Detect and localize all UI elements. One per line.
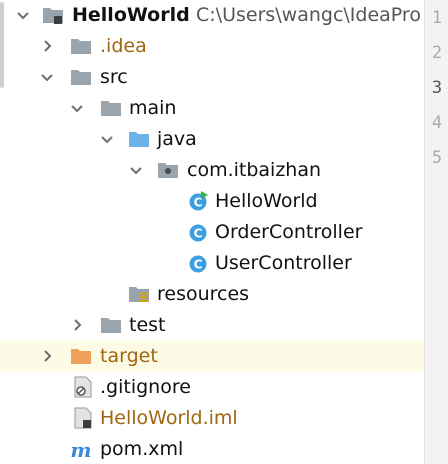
chevron-down-icon[interactable] [38, 68, 56, 86]
class-icon: C [189, 224, 207, 242]
tree-row-src[interactable]: src [0, 62, 424, 93]
tree-row-test[interactable]: test [0, 310, 424, 341]
tree-item-label: .gitignore [100, 376, 191, 398]
tree-item-label: HelloWorld [215, 190, 318, 212]
chevron-down-icon[interactable] [98, 130, 116, 148]
folder-icon [101, 101, 121, 116]
class-icon: C [189, 255, 207, 273]
tree-row-resources[interactable]: resources [0, 279, 424, 310]
chevron-right-icon[interactable] [68, 316, 86, 334]
tree-row-iml[interactable]: HelloWorld.iml [0, 403, 424, 434]
folder-icon [101, 318, 121, 333]
folder-icon [71, 39, 91, 54]
project-tree: HelloWorld C:\Users\wangc\IdeaPro .idea … [0, 0, 424, 464]
svg-text:C: C [194, 258, 203, 272]
line-number: 1 [431, 8, 443, 28]
ignore-file-icon [74, 376, 92, 398]
tree-row-main[interactable]: main [0, 93, 424, 124]
line-number-current: 3 [431, 78, 443, 98]
tree-item-label: UserController [215, 252, 352, 274]
tree-row-class-ordercontroller[interactable]: C OrderController [0, 217, 424, 248]
chevron-down-icon[interactable] [68, 99, 86, 117]
tree-row-package[interactable]: com.itbaizhan [0, 155, 424, 186]
tree-row-gitignore[interactable]: .gitignore [0, 372, 424, 403]
module-folder-icon [43, 8, 63, 24]
tree-item-label: com.itbaizhan [187, 159, 322, 181]
module-file-icon [74, 407, 92, 429]
tree-item-label: resources [157, 283, 250, 305]
resources-folder-icon [129, 287, 149, 302]
tree-row-target[interactable]: target [0, 341, 424, 372]
chevron-down-icon[interactable] [127, 161, 145, 179]
tree-item-label: HelloWorld.iml [100, 407, 238, 429]
tree-row-class-helloworld[interactable]: C HelloWorld [0, 186, 424, 217]
package-icon [158, 163, 178, 178]
root-project-path: C:\Users\wangc\IdeaPro [196, 4, 421, 26]
tree-row-pom[interactable]: m pom.xml [0, 434, 424, 464]
tree-row-root[interactable]: HelloWorld C:\Users\wangc\IdeaPro [0, 0, 424, 31]
source-folder-icon [129, 132, 149, 147]
excluded-folder-icon [71, 349, 91, 364]
tree-item-label: OrderController [215, 221, 363, 243]
tree-row-class-usercontroller[interactable]: C UserController [0, 248, 424, 279]
chevron-right-icon[interactable] [38, 347, 56, 365]
maven-icon: m [70, 438, 91, 460]
chevron-right-icon[interactable] [38, 37, 56, 55]
chevron-down-icon[interactable] [14, 6, 32, 24]
line-number: 2 [431, 43, 443, 63]
folder-icon [71, 70, 91, 85]
tree-item-label: target [100, 345, 158, 367]
tree-item-label: .idea [100, 35, 147, 57]
tree-row-java[interactable]: java [0, 124, 424, 155]
tree-item-label: main [129, 97, 177, 119]
tree-item-label: java [157, 128, 197, 150]
line-number: 4 [431, 113, 443, 133]
tree-item-label: test [129, 314, 166, 336]
editor-gutter: 1 2 3 4 5 [424, 0, 448, 464]
tree-row-idea[interactable]: .idea [0, 31, 424, 62]
svg-text:C: C [194, 227, 203, 241]
line-number: 5 [431, 148, 443, 168]
svg-text:m: m [70, 438, 91, 460]
tree-item-label: pom.xml [100, 438, 184, 460]
runnable-class-icon: C [189, 191, 208, 211]
tree-item-label: src [100, 66, 128, 88]
root-project-name: HelloWorld [72, 4, 190, 26]
